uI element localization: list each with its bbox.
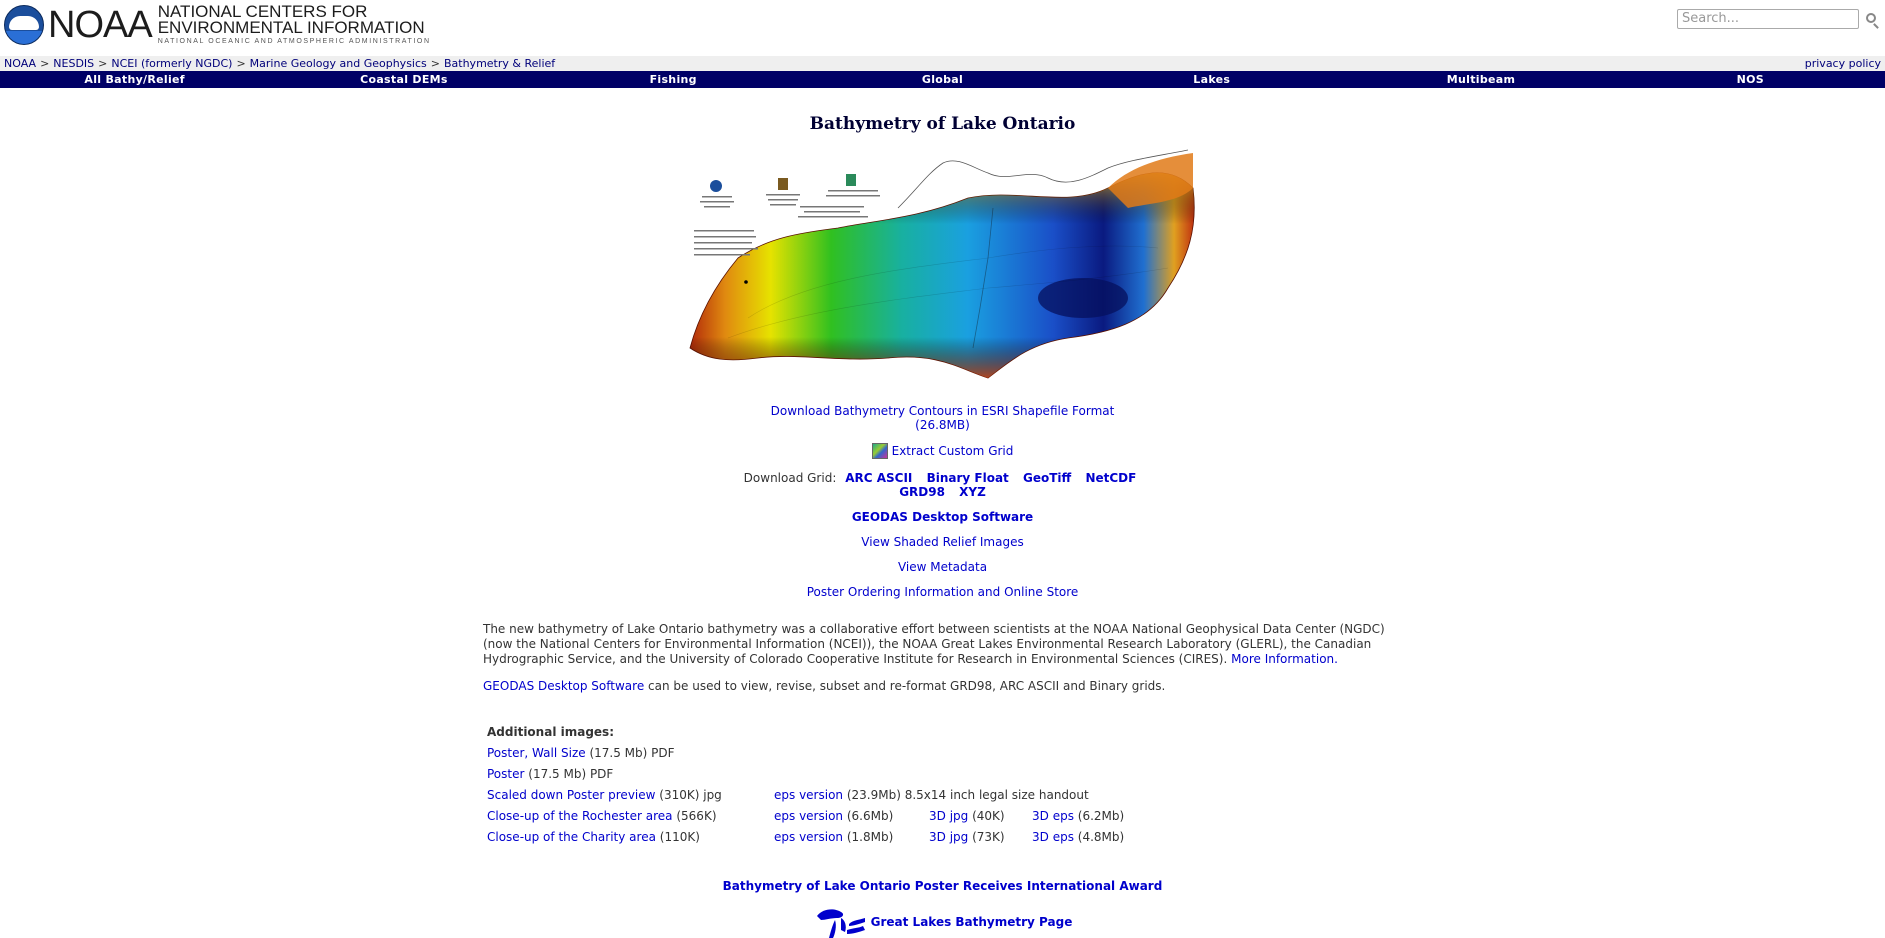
breadcrumb-separator: > xyxy=(40,57,50,70)
download-grid-label: Download Grid: xyxy=(743,471,837,485)
charity-info: (110K) xyxy=(659,830,700,844)
more-information-link[interactable]: More Information. xyxy=(1231,652,1338,666)
additional-images-heading: Additional images: xyxy=(487,725,614,739)
extract-custom-grid-link[interactable]: Extract Custom Grid xyxy=(892,444,1014,458)
charity-eps-link[interactable]: eps version xyxy=(774,830,843,844)
download-grid-row: Download Grid: ARC ASCII Binary Float Ge… xyxy=(0,471,1885,485)
breadcrumb-mgg[interactable]: Marine Geology and Geophysics xyxy=(250,57,427,70)
breadcrumb-nesdis[interactable]: NESDIS xyxy=(53,57,94,70)
award-link[interactable]: Bathymetry of Lake Ontario Poster Receiv… xyxy=(723,879,1163,893)
charity-3d-jpg-info: (73K) xyxy=(972,830,1005,844)
geodas-paragraph: GEODAS Desktop Software can be used to v… xyxy=(483,679,1398,694)
noaa-wordmark: NOAA xyxy=(48,3,153,46)
extract-custom-grid: Extract Custom Grid xyxy=(0,443,1885,459)
poster-row: Poster (17.5 Mb) PDF xyxy=(487,767,613,781)
rochester-eps: eps version (6.6Mb) xyxy=(774,809,893,823)
charity-3d-jpg-link[interactable]: 3D jpg xyxy=(929,830,968,844)
geodas-software-center: GEODAS Desktop Software xyxy=(0,510,1885,524)
rochester-3d-jpg-info: (40K) xyxy=(972,809,1005,823)
charity-3d-eps-info: (4.8Mb) xyxy=(1077,830,1125,844)
rochester-info: (566K) xyxy=(676,809,717,823)
breadcrumb: NOAA > NESDIS > NCEI (formerly NGDC) > Marine … xyxy=(0,56,1885,71)
charity-3d-jpg: 3D jpg (73K) xyxy=(929,830,1005,844)
scaled-down-poster-link[interactable]: Scaled down Poster preview xyxy=(487,788,655,802)
poster-ordering-link[interactable]: Poster Ordering Information and Online S… xyxy=(807,585,1079,599)
page-title: Bathymetry of Lake Ontario xyxy=(809,114,1076,134)
charity-eps: eps version (1.8Mb) xyxy=(774,830,893,844)
poster-ordering: Poster Ordering Information and Online S… xyxy=(0,585,1885,599)
rochester-3d-jpg-link[interactable]: 3D jpg xyxy=(929,809,968,823)
scaled-down-eps-link[interactable]: eps version xyxy=(774,788,843,802)
grid-netcdf-link[interactable]: NetCDF xyxy=(1085,471,1136,485)
poster-wall-info: (17.5 Mb) PDF xyxy=(589,746,675,760)
rochester-3d-eps: 3D eps (6.2Mb) xyxy=(1032,809,1124,823)
grid-geotiff-link[interactable]: GeoTiff xyxy=(1023,471,1071,485)
nav-global[interactable]: Global xyxy=(808,71,1077,88)
nav-all-bathy-relief[interactable]: All Bathy/Relief xyxy=(0,71,269,88)
download-contours: Download Bathymetry Contours in ESRI Sha… xyxy=(0,404,1885,432)
privacy-policy-link[interactable]: privacy policy xyxy=(1805,56,1881,71)
poster-wall-size-link[interactable]: Poster, Wall Size xyxy=(487,746,586,760)
nav-multibeam[interactable]: Multibeam xyxy=(1346,71,1615,88)
charity-row: Close-up of the Charity area (110K) xyxy=(487,830,700,844)
geodas-software-link[interactable]: GEODAS Desktop Software xyxy=(852,510,1033,524)
breadcrumb-bathymetry-relief[interactable]: Bathymetry & Relief xyxy=(444,57,555,70)
search-input[interactable]: Search... xyxy=(1677,9,1859,29)
rochester-closeup-link[interactable]: Close-up of the Rochester area xyxy=(487,809,673,823)
breadcrumb-ncei[interactable]: NCEI (formerly NGDC) xyxy=(111,57,232,70)
charity-closeup-link[interactable]: Close-up of the Charity area xyxy=(487,830,656,844)
view-metadata-link[interactable]: View Metadata xyxy=(898,560,987,574)
rochester-3d-eps-info: (6.2Mb) xyxy=(1077,809,1125,823)
nav-nos[interactable]: NOS xyxy=(1616,71,1885,88)
breadcrumb-separator: > xyxy=(236,57,246,70)
rochester-3d-jpg: 3D jpg (40K) xyxy=(929,809,1005,823)
poster-link[interactable]: Poster xyxy=(487,767,524,781)
scaled-down-eps: eps version (23.9Mb) 8.5x14 inch legal s… xyxy=(774,788,1089,802)
main-nav: All Bathy/Relief Coastal DEMs Fishing Gl… xyxy=(0,71,1885,88)
great-lakes-row: Great Lakes Bathymetry Page xyxy=(0,904,1885,938)
view-shaded-relief-link[interactable]: View Shaded Relief Images xyxy=(861,535,1023,549)
ncei-logo[interactable]: NOAA NATIONAL CENTERS FOR ENVIRONMENTAL … xyxy=(4,2,431,46)
rochester-eps-link[interactable]: eps version xyxy=(774,809,843,823)
poster-info: (17.5 Mb) PDF xyxy=(528,767,614,781)
noaa-emblem-icon xyxy=(4,4,44,45)
breadcrumb-separator: > xyxy=(430,57,440,70)
grid-extract-icon[interactable] xyxy=(871,443,888,459)
charity-3d-eps: 3D eps (4.8Mb) xyxy=(1032,830,1124,844)
nav-coastal-dems[interactable]: Coastal DEMs xyxy=(269,71,538,88)
grid-arc-ascii-link[interactable]: ARC ASCII xyxy=(845,471,912,485)
scaled-down-row: Scaled down Poster preview (310K) jpg xyxy=(487,788,722,802)
scaled-down-eps-info: (23.9Mb) 8.5x14 inch legal size handout xyxy=(846,788,1089,802)
download-contours-size[interactable]: (26.8MB) xyxy=(915,418,970,432)
charity-eps-info: (1.8Mb) xyxy=(846,830,894,844)
geodas-description: can be used to view, revise, subset and … xyxy=(648,679,1166,693)
breadcrumb-noaa[interactable]: NOAA xyxy=(4,57,36,70)
description-paragraph: The new bathymetry of Lake Ontario bathy… xyxy=(483,622,1398,667)
scaled-down-info: (310K) jpg xyxy=(659,788,722,802)
breadcrumb-separator: > xyxy=(98,57,108,70)
grid-xyz-link[interactable]: XYZ xyxy=(959,485,986,499)
lake-ontario-bathymetry-map[interactable] xyxy=(688,148,1198,384)
site-header: NOAA NATIONAL CENTERS FOR ENVIRONMENTAL … xyxy=(0,0,1885,56)
great-lakes-bathymetry-link[interactable]: Great Lakes Bathymetry Page xyxy=(871,915,1073,929)
grid-binary-float-link[interactable]: Binary Float xyxy=(927,471,1009,485)
nav-lakes[interactable]: Lakes xyxy=(1077,71,1346,88)
poster-wall-row: Poster, Wall Size (17.5 Mb) PDF xyxy=(487,746,675,760)
download-contours-link[interactable]: Download Bathymetry Contours in ESRI Sha… xyxy=(771,404,1115,418)
view-shaded: View Shaded Relief Images xyxy=(0,535,1885,549)
geodas-desktop-link[interactable]: GEODAS Desktop Software xyxy=(483,679,644,693)
view-metadata: View Metadata xyxy=(0,560,1885,574)
award-row: Bathymetry of Lake Ontario Poster Receiv… xyxy=(0,879,1885,893)
ncei-wordmark: NATIONAL CENTERS FOR ENVIRONMENTAL INFOR… xyxy=(157,2,431,45)
search-icon[interactable] xyxy=(1866,13,1876,23)
nav-fishing[interactable]: Fishing xyxy=(539,71,808,88)
rochester-eps-info: (6.6Mb) xyxy=(846,809,894,823)
rochester-3d-eps-link[interactable]: 3D eps xyxy=(1032,809,1074,823)
download-grid-row-2: GRD98 XYZ xyxy=(0,485,1885,499)
great-lakes-icon[interactable] xyxy=(813,904,867,938)
grid-grd98-link[interactable]: GRD98 xyxy=(899,485,945,499)
charity-3d-eps-link[interactable]: 3D eps xyxy=(1032,830,1074,844)
rochester-row: Close-up of the Rochester area (566K) xyxy=(487,809,717,823)
